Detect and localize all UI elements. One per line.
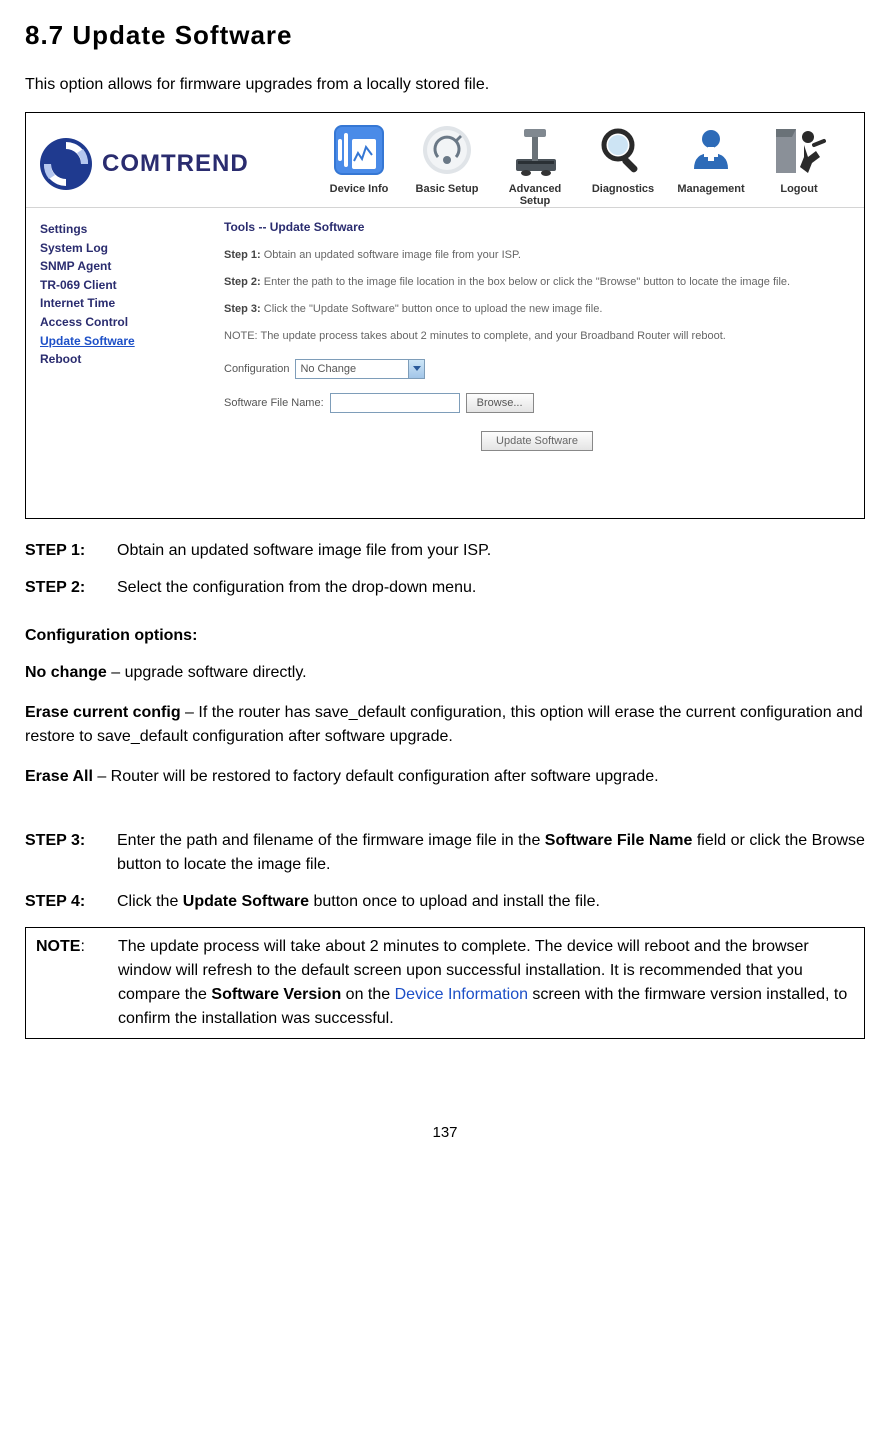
- step-4-label: STEP 4:: [25, 890, 117, 913]
- nav-diagnostics-label: Diagnostics: [592, 183, 654, 195]
- update-button-row: Update Software: [224, 431, 850, 451]
- config-options-heading: Configuration options:: [25, 627, 865, 645]
- config-select[interactable]: No Change: [295, 359, 425, 379]
- diagnostics-icon: [594, 121, 652, 179]
- sidebar-item-snmp-agent[interactable]: SNMP Agent: [40, 257, 208, 276]
- sidebar-item-internet-time[interactable]: Internet Time: [40, 294, 208, 313]
- nav-device-info[interactable]: Device Info: [316, 121, 402, 195]
- content-title: Tools -- Update Software: [224, 220, 850, 234]
- ui-body: Settings System Log SNMP Agent TR-069 Cl…: [26, 208, 864, 518]
- chevron-down-icon: [408, 360, 424, 378]
- device-info-icon: [330, 121, 388, 179]
- step-3: STEP 3: Enter the path and filename of t…: [25, 829, 865, 875]
- sidebar-item-reboot[interactable]: Reboot: [40, 350, 208, 369]
- step-3-label: STEP 3:: [25, 829, 117, 875]
- screenshot-ui: COMTREND Device Info: [25, 112, 865, 519]
- opt-erase-current: Erase current config – If the router has…: [25, 701, 865, 749]
- nav-management-label: Management: [677, 183, 744, 195]
- content-step3: Step 3: Click the "Update Software" butt…: [224, 302, 850, 318]
- management-icon: [682, 121, 740, 179]
- sidebar-item-tr069[interactable]: TR-069 Client: [40, 276, 208, 295]
- sidebar: Settings System Log SNMP Agent TR-069 Cl…: [26, 208, 214, 518]
- nav-basic-setup-label: Basic Setup: [416, 183, 479, 195]
- content-step2: Step 2: Enter the path to the image file…: [224, 275, 850, 291]
- page-number: 137: [25, 1124, 865, 1141]
- basic-setup-icon: [418, 121, 476, 179]
- sidebar-item-access-control[interactable]: Access Control: [40, 313, 208, 332]
- config-label: Configuration: [224, 363, 289, 375]
- opt-no-change: No change – upgrade software directly.: [25, 661, 865, 685]
- file-input[interactable]: [330, 393, 460, 413]
- note-body: The update process will take about 2 min…: [118, 935, 854, 1031]
- update-software-button[interactable]: Update Software: [481, 431, 593, 451]
- content-pane: Tools -- Update Software Step 1: Obtain …: [214, 208, 864, 518]
- nav-advanced-setup-label: Advanced Setup: [509, 183, 562, 207]
- logout-icon: [770, 121, 828, 179]
- step-2: STEP 2: Select the configuration from th…: [25, 576, 865, 599]
- step-4-text: Click the Update Software button once to…: [117, 890, 865, 913]
- ui-header: COMTREND Device Info: [26, 113, 864, 208]
- step-2-text: Select the configuration from the drop-d…: [117, 576, 865, 599]
- nav-advanced-setup[interactable]: Advanced Setup: [492, 121, 578, 207]
- brand-text: COMTREND: [102, 150, 249, 178]
- nav-logout-label: Logout: [780, 183, 817, 195]
- nav-diagnostics[interactable]: Diagnostics: [580, 121, 666, 195]
- content-note: NOTE: The update process takes about 2 m…: [224, 329, 850, 345]
- content-step1: Step 1: Obtain an updated software image…: [224, 248, 850, 264]
- step-3-text: Enter the path and filename of the firmw…: [117, 829, 865, 875]
- step-4: STEP 4: Click the Update Software button…: [25, 890, 865, 913]
- section-heading: 8.7 Update Software: [25, 20, 865, 51]
- file-row: Software File Name: Browse...: [224, 393, 850, 413]
- intro-text: This option allows for firmware upgrades…: [25, 76, 865, 94]
- nav-management[interactable]: Management: [668, 121, 754, 195]
- step-2-label: STEP 2:: [25, 576, 117, 599]
- sidebar-item-update-software[interactable]: Update Software: [40, 332, 208, 351]
- nav-basic-setup[interactable]: Basic Setup: [404, 121, 490, 195]
- note-label: NOTE:: [36, 935, 118, 1031]
- nav-logout[interactable]: Logout: [756, 121, 842, 195]
- config-row: Configuration No Change: [224, 359, 850, 379]
- step-1: STEP 1: Obtain an updated software image…: [25, 539, 865, 562]
- note-box: NOTE: The update process will take about…: [25, 927, 865, 1039]
- nav-bar: Device Info Basic Setup: [316, 121, 842, 207]
- opt-erase-all: Erase All – Router will be restored to f…: [25, 765, 865, 789]
- advanced-setup-icon: [506, 121, 564, 179]
- sidebar-item-system-log[interactable]: System Log: [40, 239, 208, 258]
- browse-button[interactable]: Browse...: [466, 393, 534, 413]
- brand-swirl-icon: [36, 134, 96, 194]
- step-1-text: Obtain an updated software image file fr…: [117, 539, 865, 562]
- step-1-label: STEP 1:: [25, 539, 117, 562]
- file-label: Software File Name:: [224, 397, 324, 409]
- config-select-value: No Change: [300, 363, 356, 375]
- nav-device-info-label: Device Info: [330, 183, 389, 195]
- device-information-link[interactable]: Device Information: [395, 986, 528, 1003]
- logo-area: COMTREND: [36, 134, 316, 194]
- sidebar-item-settings[interactable]: Settings: [40, 220, 208, 239]
